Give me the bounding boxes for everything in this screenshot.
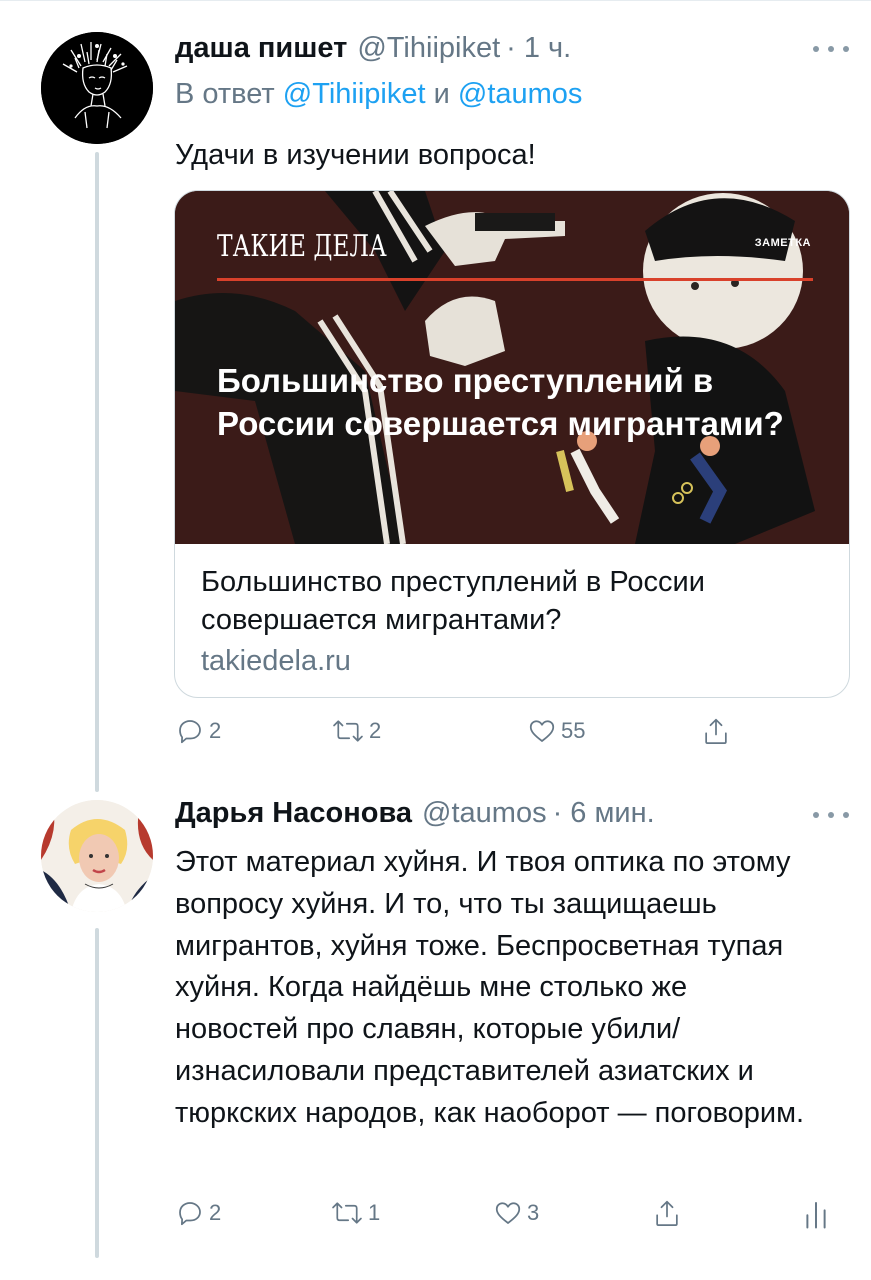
share-button[interactable]: [652, 1198, 682, 1230]
card-image: ТАКИЕ ДЕЛА ЗАМЕТКА Большинство преступле…: [175, 191, 849, 544]
share-icon: [705, 718, 727, 744]
analytics-icon: [806, 1201, 826, 1229]
avatar-illustration: [41, 800, 153, 912]
thread-connector-line: [95, 928, 99, 1258]
tweet-time[interactable]: · 1 ч.: [506, 32, 571, 65]
tweet-header: даша пишет @Tihiipiket · 1 ч.: [175, 32, 571, 65]
publisher-logo: ТАКИЕ ДЕЛА: [217, 229, 387, 264]
tweet-text: Удачи в изучении вопроса!: [175, 139, 536, 171]
analytics-button[interactable]: [803, 1198, 829, 1230]
tweet-text: Этот материал хуйня. И твоя оптика по эт…: [175, 846, 805, 1129]
author-handle[interactable]: @taumos: [422, 797, 547, 830]
retweet-icon: [332, 1202, 362, 1224]
avatar-illustration: [41, 32, 153, 144]
author-handle[interactable]: @Tihiipiket: [357, 32, 500, 65]
card-body: Большинство преступлений в России соверш…: [201, 563, 831, 681]
retweet-button[interactable]: 1: [330, 1198, 380, 1228]
reply-button[interactable]: 2: [175, 716, 221, 746]
more-icon[interactable]: [813, 44, 849, 54]
tweet-actions: 2 1 3: [175, 1198, 835, 1238]
share-button[interactable]: [701, 716, 731, 748]
like-button[interactable]: 3: [493, 1198, 539, 1228]
more-icon[interactable]: [813, 810, 849, 820]
reply-button[interactable]: 2: [175, 1198, 221, 1228]
avatar[interactable]: [41, 32, 153, 144]
reply-icon: [179, 1202, 201, 1226]
reply-count: 2: [209, 1200, 222, 1225]
share-icon: [656, 1200, 678, 1226]
card-title: Большинство преступлений в России соверш…: [201, 566, 705, 636]
reply-context: В ответ @Tihiipiket и @taumos: [175, 78, 582, 111]
reply-and: и: [433, 78, 450, 110]
author-name[interactable]: даша пишет: [175, 32, 347, 65]
tweet-header: Дарья Насонова @taumos · 6 мин.: [175, 797, 655, 830]
retweet-count: 2: [369, 718, 382, 743]
avatar[interactable]: [41, 800, 153, 912]
like-icon: [495, 1202, 521, 1224]
mention-link[interactable]: @Tihiipiket: [283, 78, 426, 110]
top-divider: [0, 0, 871, 1]
author-name[interactable]: Дарья Насонова: [175, 797, 412, 830]
accent-rule: [217, 278, 813, 281]
tweet-actions: 2 2 55: [175, 716, 735, 756]
link-card[interactable]: ТАКИЕ ДЕЛА ЗАМЕТКА Большинство преступле…: [174, 190, 850, 698]
retweet-button[interactable]: 2: [331, 716, 381, 746]
like-count: 55: [561, 718, 586, 743]
like-count: 3: [527, 1200, 540, 1225]
thread-connector-line: [95, 152, 99, 792]
retweet-count: 1: [368, 1200, 381, 1225]
reply-icon: [179, 720, 201, 744]
retweet-icon: [333, 720, 363, 742]
card-headline: Большинство преступлений в России соверш…: [217, 362, 784, 442]
reply-prefix: В ответ: [175, 78, 275, 110]
card-domain: takiedela.ru: [201, 645, 351, 677]
mention-link[interactable]: @taumos: [458, 78, 583, 110]
like-icon: [529, 720, 555, 742]
card-tag: ЗАМЕТКА: [754, 237, 811, 249]
reply-count: 2: [209, 718, 222, 743]
tweet-time[interactable]: · 6 мин.: [553, 797, 655, 830]
like-button[interactable]: 55: [527, 716, 585, 746]
